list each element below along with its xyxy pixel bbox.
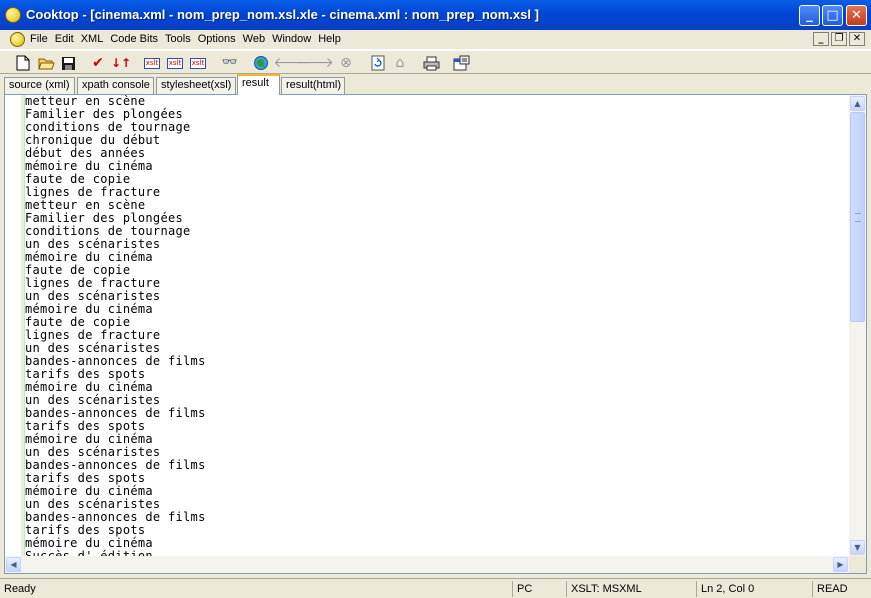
arrow-right-icon: 🡒	[296, 55, 334, 71]
editor-line[interactable]: mémoire du cinéma	[25, 303, 849, 316]
menu-help[interactable]: Help	[318, 33, 341, 45]
line-gutter	[5, 95, 25, 556]
scroll-right-button[interactable]: ▶	[833, 557, 848, 572]
editor-line[interactable]: lignes de fracture	[25, 186, 849, 199]
xslt-icon: xslt	[189, 57, 207, 69]
mdi-controls: _ ❐ ✕	[811, 32, 865, 46]
save-button[interactable]	[59, 54, 77, 72]
editor-text-area[interactable]: metteur en scène Familier des plongées con…	[25, 95, 849, 556]
vertical-scrollbar[interactable]: ▲ ▼	[849, 95, 866, 556]
toolbar: ✔ ↓↑ xslt xslt xslt 👓 🡐 🡒 ⊗ ⌂	[0, 50, 871, 74]
refresh-button[interactable]	[369, 54, 387, 72]
editor-line[interactable]: chronique du début	[25, 134, 849, 147]
xslt-icon: xslt	[166, 57, 184, 69]
scroll-down-button[interactable]: ▼	[850, 540, 865, 555]
editor-line[interactable]: bandes-annonces de films	[25, 355, 849, 368]
status-bar: Ready PC XSLT: MSXML Ln 2, Col 0 READ	[0, 578, 871, 598]
properties-button[interactable]	[452, 54, 470, 72]
editor-line[interactable]: mémoire du cinéma	[25, 160, 849, 173]
xslt-transform-button[interactable]: xslt	[143, 54, 161, 72]
editor-line[interactable]: bandes-annonces de films	[25, 407, 849, 420]
sort-button[interactable]: ↓↑	[110, 54, 132, 72]
home-icon: ⌂	[395, 55, 405, 71]
new-file-button[interactable]	[14, 54, 32, 72]
stop-button[interactable]: ⊗	[337, 54, 355, 72]
globe-icon	[254, 56, 268, 70]
status-message: Ready	[4, 583, 36, 595]
status-cursor-position: Ln 2, Col 0	[696, 581, 808, 597]
maximize-button[interactable]: □	[822, 5, 843, 26]
refresh-icon	[371, 55, 385, 71]
menu-window[interactable]: Window	[272, 33, 311, 45]
menu-web[interactable]: Web	[243, 33, 265, 45]
scroll-corner	[849, 556, 866, 573]
chevron-right-icon: ▶	[837, 560, 844, 569]
menu-items: File Edit XML Code Bits Tools Options Web Windo…	[30, 33, 348, 45]
browser-button[interactable]	[252, 54, 270, 72]
menu-edit[interactable]: Edit	[55, 33, 74, 45]
maximize-icon: □	[826, 8, 839, 23]
tab-xpath-console[interactable]: xpath console	[77, 77, 154, 94]
xslt-debug-button[interactable]: xslt	[166, 54, 184, 72]
chevron-left-icon: ◀	[10, 560, 17, 569]
result-editor[interactable]: metteur en scène Familier des plongées con…	[4, 94, 867, 574]
open-file-button[interactable]	[37, 54, 55, 72]
new-file-icon	[16, 55, 30, 71]
home-button[interactable]: ⌂	[391, 54, 409, 72]
tab-result[interactable]: result	[237, 74, 280, 95]
title-bar[interactable]: Cooktop - [cinema.xml - nom_prep_nom.xsl…	[0, 0, 871, 30]
horizontal-scrollbar[interactable]: ◀ ▶	[5, 556, 849, 573]
document-logo-icon[interactable]	[10, 32, 25, 47]
grip-icon	[855, 213, 861, 222]
document-tabs: source (xml) xpath console stylesheet(xs…	[0, 74, 871, 95]
binoculars-icon: 👓	[221, 55, 239, 70]
menu-bar: File Edit XML Code Bits Tools Options Web Windo…	[0, 30, 871, 50]
menu-xml[interactable]: XML	[81, 33, 104, 45]
close-icon: ✕	[851, 8, 862, 23]
minimize-icon: _	[806, 8, 813, 23]
vertical-scroll-thumb[interactable]	[850, 112, 865, 322]
print-button[interactable]	[422, 54, 440, 72]
status-access: READ	[812, 581, 867, 597]
menu-tools[interactable]: Tools	[165, 33, 191, 45]
menu-options[interactable]: Options	[198, 33, 236, 45]
xslt-icon: xslt	[143, 57, 161, 69]
scroll-up-button[interactable]: ▲	[850, 96, 865, 111]
mdi-minimize-button[interactable]: _	[813, 32, 829, 46]
editor-line[interactable]: mémoire du cinéma	[25, 251, 849, 264]
close-button[interactable]: ✕	[846, 5, 867, 26]
tab-result-html[interactable]: result(html)	[281, 77, 345, 94]
tab-source-xml[interactable]: source (xml)	[4, 77, 75, 94]
tab-stylesheet-xsl[interactable]: stylesheet(xsl)	[156, 77, 236, 94]
editor-line[interactable]: bandes-annonces de films	[25, 511, 849, 524]
printer-icon	[423, 56, 439, 70]
xslt-run-button[interactable]: xslt	[189, 54, 207, 72]
chevron-up-icon: ▲	[854, 99, 861, 108]
gutter-bar	[21, 95, 24, 556]
mdi-restore-button[interactable]: ❐	[831, 32, 847, 46]
minimize-button[interactable]: _	[799, 5, 820, 26]
properties-icon	[453, 55, 469, 71]
status-mode: PC	[512, 581, 564, 597]
status-processor: XSLT: MSXML	[566, 581, 694, 597]
chevron-down-icon: ▼	[854, 543, 861, 552]
stop-icon: ⊗	[340, 55, 352, 71]
editor-line[interactable]: bandes-annonces de films	[25, 459, 849, 472]
validate-button[interactable]: ✔	[89, 54, 107, 72]
menu-file[interactable]: File	[30, 33, 48, 45]
checkmark-icon: ✔	[92, 55, 104, 71]
scroll-left-button[interactable]: ◀	[6, 557, 21, 572]
sort-arrows-icon: ↓↑	[110, 56, 132, 70]
mdi-close-button[interactable]: ✕	[849, 32, 865, 46]
save-disk-icon	[61, 56, 75, 70]
cooktop-logo-icon[interactable]	[5, 7, 21, 23]
open-folder-icon	[37, 58, 55, 69]
menu-code-bits[interactable]: Code Bits	[110, 33, 158, 45]
find-button[interactable]: 👓	[221, 54, 239, 72]
forward-button[interactable]: 🡒	[296, 54, 334, 72]
window-title: Cooktop - [cinema.xml - nom_prep_nom.xsl…	[26, 7, 539, 22]
